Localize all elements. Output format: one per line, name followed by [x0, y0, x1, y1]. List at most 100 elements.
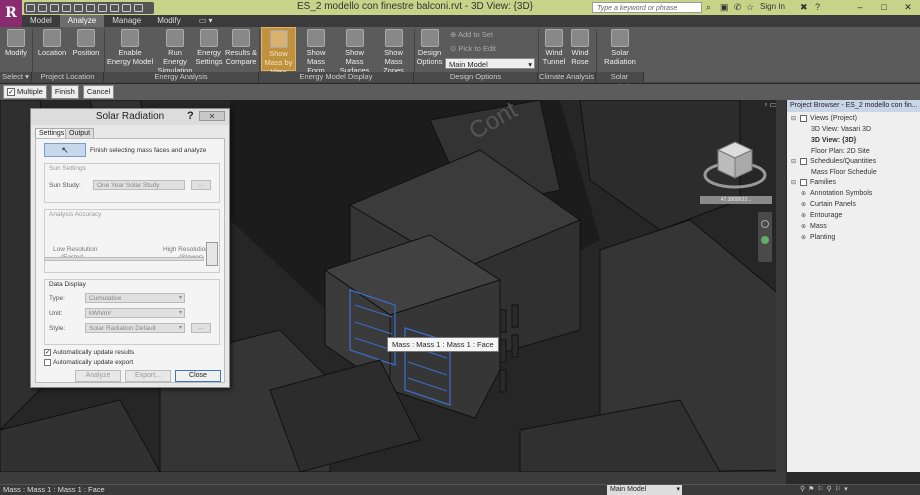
export-button[interactable]: Export... — [125, 370, 171, 382]
auto-update-results-checkbox[interactable]: ✓ Automatically update results — [44, 349, 134, 356]
close-button[interactable]: Close — [175, 370, 221, 382]
add-to-set-button[interactable]: ⊕ Add to Set — [450, 30, 493, 39]
status-model-select[interactable]: Main Model ▾ — [607, 485, 682, 495]
binoculars-icon[interactable]: ⌕ — [706, 2, 711, 13]
expand-icon[interactable]: ⊕ — [801, 235, 807, 241]
navigation-bar[interactable] — [758, 212, 772, 262]
tab-settings[interactable]: Settings — [35, 128, 69, 138]
help-icon[interactable]: ? — [187, 110, 194, 122]
exchange-icon[interactable]: ✖ — [800, 2, 808, 13]
redo-icon[interactable] — [62, 4, 71, 12]
tab-analyze[interactable]: Analyze — [59, 15, 105, 27]
tree-item-views[interactable]: ⊟ Views (Project) — [791, 114, 857, 124]
status-filter-icons[interactable]: ⚲⚑⚐⚲⚐▾ — [800, 485, 851, 493]
open-icon[interactable] — [26, 4, 35, 12]
expand-icon[interactable]: ⊕ — [801, 213, 807, 219]
type-select[interactable]: Cumulative ▾ — [85, 293, 185, 303]
collapse-icon[interactable]: ⊟ — [791, 180, 797, 186]
settings-icon — [200, 29, 218, 47]
tree-item-3d-view[interactable]: 3D View: {3D} — [811, 136, 856, 146]
zoom-icon[interactable] — [761, 236, 769, 244]
multiple-checkbox[interactable]: ✓ Multiple — [3, 85, 47, 99]
search-input[interactable]: Type a keyword or phrase — [592, 2, 702, 13]
sun-study-browse-button[interactable]: ... — [191, 180, 211, 190]
close-icon[interactable]: ✕ — [896, 0, 920, 15]
subscription-icon[interactable]: ▣ — [720, 2, 729, 13]
design-option-value: Main Model — [449, 60, 488, 69]
tree-item-curtain-panels[interactable]: ⊕ Curtain Panels — [801, 200, 856, 210]
undo-icon[interactable] — [50, 4, 59, 12]
close-hidden-icon[interactable] — [134, 4, 143, 12]
minimize-icon[interactable]: – — [848, 0, 872, 15]
expand-icon[interactable]: ⊕ — [801, 202, 807, 208]
tab-model[interactable]: Model — [22, 15, 60, 27]
expand-icon[interactable]: ⊕ — [801, 191, 807, 197]
accuracy-slider-thumb[interactable] — [206, 242, 218, 266]
ribbon-minimize-icon[interactable]: ▭ ▾ — [189, 15, 223, 27]
wind-rose-button[interactable]: Wind Rose — [567, 27, 593, 71]
position-button[interactable]: Position — [70, 27, 102, 71]
collapse-icon[interactable]: ⊟ — [791, 116, 797, 122]
section-icon[interactable] — [122, 4, 131, 12]
3d-view-icon[interactable] — [110, 4, 119, 12]
views-icon — [800, 114, 807, 122]
mass-view-icon — [269, 30, 288, 48]
sign-in-button[interactable]: Sign In — [760, 2, 785, 11]
pick-to-edit-button[interactable]: ⊙ Pick to Edit — [450, 44, 496, 53]
analyze-button[interactable]: Analyze — [75, 370, 121, 382]
favorites-icon[interactable]: ☆ — [746, 2, 754, 13]
dialog-close-button[interactable]: ✕ — [199, 111, 225, 121]
tree-item-planting[interactable]: ⊕ Planting — [801, 233, 835, 243]
expand-icon[interactable]: ⊕ — [801, 224, 807, 230]
finish-button[interactable]: Finish — [50, 85, 79, 99]
style-browse-button[interactable]: ... — [191, 323, 211, 333]
collapse-icon[interactable]: ⊟ — [791, 159, 797, 165]
location-button[interactable]: Location — [35, 27, 69, 71]
style-select[interactable]: Solar Radiation Default ▾ — [85, 323, 185, 333]
tree-item-families[interactable]: ⊟ Families — [791, 178, 836, 188]
maximize-icon[interactable]: □ — [872, 0, 896, 15]
tree-item-annotation-symbols[interactable]: ⊕ Annotation Symbols — [801, 189, 872, 199]
run-energy-simulation-button[interactable]: Run Energy Simulation — [156, 27, 194, 75]
tree-item-schedules[interactable]: ⊟ Schedules/Quantities — [791, 157, 876, 167]
show-mass-surfaces-button[interactable]: Show Mass Surfaces — [336, 27, 373, 75]
tab-manage[interactable]: Manage — [104, 15, 149, 27]
tab-modify[interactable]: Modify — [149, 15, 189, 27]
text-icon[interactable] — [98, 4, 107, 12]
tree-item-entourage[interactable]: ⊕ Entourage — [801, 211, 842, 221]
ribbon-tabs: Model Analyze Manage Modify ▭ ▾ — [22, 15, 920, 27]
vertical-scrollbar[interactable] — [776, 100, 786, 472]
modify-button[interactable]: Modify — [2, 27, 30, 71]
results-compare-button[interactable]: Results & Compare — [224, 27, 258, 71]
design-options-button[interactable]: Design Options — [416, 27, 443, 71]
enable-energy-model-button[interactable]: Enable Energy Model — [106, 27, 154, 71]
design-option-select[interactable]: Main Model ▾ — [445, 58, 535, 69]
communication-icon[interactable]: ✆ — [734, 2, 742, 13]
sun-study-field[interactable]: One Year Solar Study — [93, 180, 185, 190]
tree-item-3d-vasari[interactable]: 3D View: Vasari 3D — [811, 125, 871, 135]
solar-radiation-button[interactable]: Solar Radiation — [599, 27, 641, 71]
measure-icon[interactable] — [86, 4, 95, 12]
tab-output[interactable]: Output — [65, 128, 95, 138]
application-menu-button[interactable]: R — [0, 0, 22, 28]
panel-select[interactable]: Select ▾ — [0, 72, 32, 82]
show-mass-zones-button[interactable]: Show Mass Zones — [375, 27, 412, 75]
accuracy-slider-track[interactable] — [44, 257, 204, 261]
select-faces-button[interactable]: ↖ — [44, 143, 86, 157]
viewcube-icon[interactable] — [700, 130, 770, 200]
tree-item-mass-floor-schedule[interactable]: Mass Floor Schedule — [811, 168, 877, 178]
wind-tunnel-button[interactable]: Wind Tunnel — [541, 27, 567, 71]
cancel-button[interactable]: Cancel — [82, 85, 115, 99]
energy-settings-button[interactable]: Energy Settings — [195, 27, 223, 71]
auto-update-export-checkbox[interactable]: Automatically update export — [44, 359, 133, 366]
show-mass-by-view-button[interactable]: Show Mass by View — [261, 27, 296, 76]
steering-wheel-icon[interactable] — [761, 220, 769, 228]
help-icon[interactable]: ? — [815, 2, 820, 12]
unit-select[interactable]: kWh/m² ▾ — [85, 308, 185, 318]
print-icon[interactable] — [74, 4, 83, 12]
save-icon[interactable] — [38, 4, 47, 12]
tree-item-mass[interactable]: ⊕ Mass — [801, 222, 827, 232]
tree-item-floor-plan[interactable]: Floor Plan: 2D Site — [811, 147, 870, 157]
show-mass-form-button[interactable]: Show Mass Form — [298, 27, 334, 75]
horizontal-scrollbar[interactable] — [0, 472, 786, 484]
